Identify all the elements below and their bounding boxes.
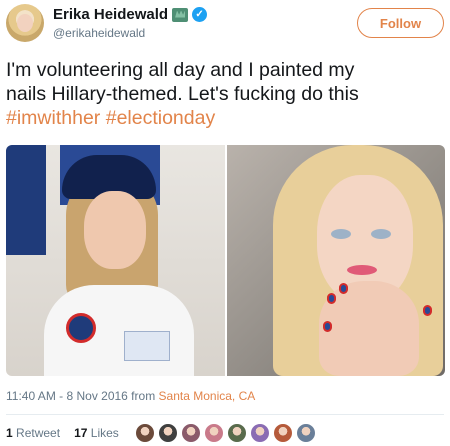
divider [6, 414, 444, 415]
photo-right[interactable] [226, 145, 445, 376]
face [84, 191, 146, 269]
eye [370, 229, 391, 239]
user-handle[interactable]: @erikaheidewald [53, 26, 145, 40]
like-count: 17 [74, 426, 88, 440]
campaign-sign [6, 145, 46, 255]
hashtag-link[interactable]: #electionday [106, 107, 216, 129]
tweet-timestamp: 11:40 AM - 8 Nov 2016 from Santa Monica,… [6, 389, 255, 403]
like-stat[interactable]: 17 Likes [74, 426, 119, 440]
timestamp[interactable]: 11:40 AM - 8 Nov 2016 from [6, 389, 155, 403]
statue-of-liberty-icon [172, 7, 189, 22]
tweet-text-line-1: I'm volunteering all day and I painted m… [6, 59, 355, 81]
name-tag [124, 331, 170, 361]
eye [330, 229, 351, 239]
liker-avatar[interactable] [134, 423, 155, 443]
media-grid [6, 145, 445, 376]
liker-avatars [134, 423, 316, 443]
liker-avatar[interactable] [272, 423, 293, 443]
hashtags: #imwithher #electionday [6, 106, 446, 130]
nail [338, 283, 348, 294]
nail [422, 305, 432, 316]
tweet-stats: 1 Retweet 17 Likes [6, 423, 316, 443]
liker-avatar[interactable] [180, 423, 201, 443]
verified-badge-icon: ✓ [192, 7, 208, 22]
liker-avatar[interactable] [295, 423, 316, 443]
like-label: Likes [90, 426, 119, 440]
hashtag-link[interactable]: #imwithher [6, 107, 100, 129]
liker-avatar[interactable] [203, 423, 224, 443]
follow-button[interactable]: Follow [357, 8, 444, 38]
liker-avatar[interactable] [226, 423, 247, 443]
liker-avatar[interactable] [249, 423, 270, 443]
tweet-text: I'm volunteering all day and I painted m… [6, 58, 446, 130]
name-row: Erika Heidewald ✓ [53, 6, 208, 23]
retweet-stat[interactable]: 1 Retweet [6, 426, 60, 440]
liker-avatar[interactable] [157, 423, 178, 443]
avatar[interactable] [6, 4, 44, 42]
photo-left[interactable] [6, 145, 225, 376]
tweet-text-line-2: nails Hillary-themed. Let's fucking do t… [6, 83, 359, 105]
tweet-header: Erika Heidewald ✓ @erikaheidewald Follow [6, 4, 446, 46]
nail [326, 293, 336, 304]
retweet-label: Retweet [16, 426, 61, 440]
nail [322, 321, 332, 332]
campaign-button [66, 313, 96, 343]
retweet-count: 1 [6, 426, 13, 440]
location-link[interactable]: Santa Monica, CA [159, 389, 256, 403]
display-name[interactable]: Erika Heidewald [53, 6, 168, 23]
lips [346, 265, 377, 275]
